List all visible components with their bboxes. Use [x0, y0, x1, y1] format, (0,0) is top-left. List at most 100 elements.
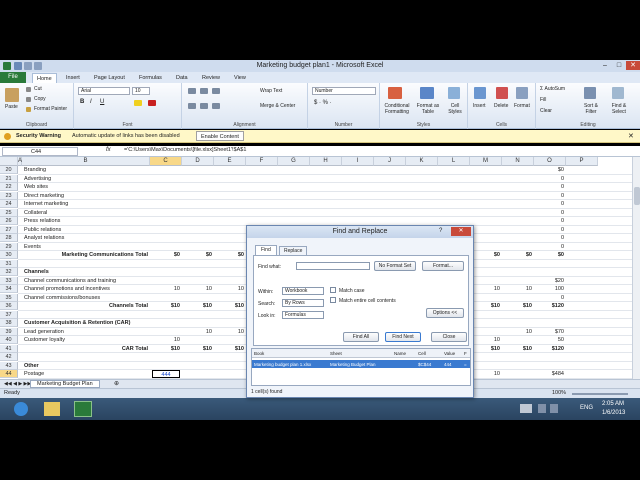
cell-d36[interactable]: $10 — [184, 302, 212, 310]
excel-taskbar-icon[interactable] — [74, 401, 92, 417]
row-header[interactable]: 27 — [0, 225, 18, 234]
merge-center-button[interactable]: Merge & Center — [260, 103, 295, 109]
cell-e34[interactable]: 10 — [216, 285, 244, 293]
row-header[interactable]: 36 — [0, 302, 18, 311]
volume-icon[interactable] — [550, 404, 558, 413]
cell-b40[interactable]: Customer loyalty — [24, 336, 148, 344]
match-entire-checkbox[interactable] — [330, 297, 336, 303]
tab-formulas[interactable]: Formulas — [135, 73, 166, 83]
column-header[interactable]: J — [374, 157, 406, 166]
cut-button[interactable]: Cut — [34, 86, 42, 92]
vertical-scrollbar[interactable] — [632, 157, 640, 379]
row-header[interactable]: 43 — [0, 361, 18, 370]
tab-data[interactable]: Data — [172, 73, 192, 83]
cell-b44[interactable]: Postage — [24, 370, 148, 378]
cell-n39[interactable]: 10 — [504, 328, 532, 336]
cell-b25[interactable]: Collateral — [24, 209, 148, 217]
format-table-button[interactable]: Format as Table — [414, 103, 442, 115]
font-color-icon[interactable] — [148, 100, 156, 106]
bold-button[interactable]: B — [80, 99, 84, 105]
delete-button[interactable]: Delete — [494, 103, 508, 109]
cell-o24[interactable]: 0 — [536, 200, 564, 208]
cell-styles-icon[interactable] — [448, 87, 460, 99]
cell-b39[interactable]: Lead generation — [24, 328, 148, 336]
find-select-icon[interactable] — [612, 87, 624, 99]
cell-b22[interactable]: Web sites — [24, 183, 148, 191]
row-header[interactable]: 40 — [0, 336, 18, 345]
tab-replace[interactable]: Replace — [279, 246, 308, 255]
cell-o34[interactable]: 100 — [536, 285, 564, 293]
cell-n36[interactable]: $10 — [504, 302, 532, 310]
tab-insert[interactable]: Insert — [62, 73, 84, 83]
dialog-close-icon[interactable]: ✕ — [451, 227, 471, 236]
total-label[interactable]: Channels Total — [24, 302, 148, 310]
cell-d30[interactable]: $0 — [184, 251, 212, 259]
row-header[interactable]: 24 — [0, 200, 18, 209]
cell-o22[interactable]: 0 — [536, 183, 564, 191]
row-header[interactable]: 39 — [0, 327, 18, 336]
cell-d41[interactable]: $10 — [184, 345, 212, 353]
insert-cells-icon[interactable] — [474, 87, 486, 99]
autosum-button[interactable]: Σ AutoSum — [540, 86, 565, 92]
close-icon[interactable]: ✕ — [626, 61, 640, 70]
cell-c30[interactable]: $0 — [152, 251, 180, 259]
cell-o39[interactable]: $70 — [536, 328, 564, 336]
copy-button[interactable]: Copy — [34, 96, 46, 102]
column-header[interactable]: L — [438, 157, 470, 166]
dialog-close-button[interactable]: Close — [431, 332, 467, 342]
find-all-button[interactable]: Find All — [343, 332, 379, 342]
cell-o27[interactable]: 0 — [536, 226, 564, 234]
find-select-button[interactable]: Find & Select — [606, 103, 632, 115]
network-icon[interactable] — [538, 404, 546, 413]
align-right-icon[interactable] — [212, 103, 220, 109]
number-format-select[interactable]: Number — [312, 87, 376, 95]
zoom-slider[interactable] — [572, 393, 628, 395]
cell-b34[interactable]: Channel promotions and incentives — [24, 285, 148, 293]
align-bottom-icon[interactable] — [212, 88, 220, 94]
cell-c44[interactable]: 444 — [152, 370, 180, 379]
cell-b21[interactable]: Advertising — [24, 175, 148, 183]
match-case-checkbox[interactable] — [330, 287, 336, 293]
cell-m44[interactable]: 10 — [472, 370, 500, 378]
tab-page-layout[interactable]: Page Layout — [90, 73, 129, 83]
sheet-tab-active[interactable]: Marketing Budget Plan — [30, 380, 100, 388]
row-header[interactable]: 38 — [0, 319, 18, 328]
tab-find[interactable]: Find — [255, 245, 277, 255]
column-header[interactable]: E — [214, 157, 246, 166]
row-header[interactable]: 29 — [0, 242, 18, 251]
row-header[interactable]: 28 — [0, 234, 18, 243]
cell-b27[interactable]: Public relations — [24, 226, 148, 234]
font-name-select[interactable]: Arial — [78, 87, 130, 95]
cell-b24[interactable]: Internet marketing — [24, 200, 148, 208]
no-format-set-button[interactable]: No Format Set — [374, 261, 416, 271]
row-header[interactable]: 25 — [0, 208, 18, 217]
results-list[interactable]: Book Sheet Name Cell Value F Marketing b… — [251, 348, 471, 386]
cell-d39[interactable]: 10 — [184, 328, 212, 336]
row-header[interactable]: 23 — [0, 191, 18, 200]
format-table-icon[interactable] — [420, 87, 434, 99]
cell-b26[interactable]: Press relations — [24, 217, 148, 225]
row-header[interactable]: 32 — [0, 268, 18, 277]
keyboard-icon[interactable] — [520, 404, 532, 413]
cell-c34[interactable]: 10 — [152, 285, 180, 293]
name-box[interactable]: C44 — [2, 147, 78, 156]
cell-e30[interactable]: $0 — [216, 251, 244, 259]
accounting-format-button[interactable]: $ · % · — [314, 100, 332, 106]
cell-d34[interactable]: 10 — [184, 285, 212, 293]
select-all-corner[interactable] — [0, 157, 18, 166]
cell-styles-button[interactable]: Cell Styles — [444, 103, 466, 115]
sort-filter-icon[interactable] — [584, 87, 596, 99]
cell-b38[interactable]: Customer Acquisition & Retention (CAR) — [24, 319, 148, 327]
cell-n34[interactable]: 10 — [504, 285, 532, 293]
cell-o26[interactable]: 0 — [536, 217, 564, 225]
row-header[interactable]: 33 — [0, 276, 18, 285]
row-header[interactable]: 41 — [0, 344, 18, 353]
italic-button[interactable]: I — [90, 99, 92, 105]
save-icon[interactable] — [14, 62, 22, 70]
cell-o29[interactable]: 0 — [536, 243, 564, 251]
format-painter-button[interactable]: Format Painter — [34, 106, 67, 112]
minimize-icon[interactable]: – — [598, 61, 612, 70]
sort-filter-button[interactable]: Sort & Filter — [578, 103, 604, 115]
close-security-icon[interactable]: ✕ — [628, 132, 634, 140]
cell-e41[interactable]: $10 — [216, 345, 244, 353]
